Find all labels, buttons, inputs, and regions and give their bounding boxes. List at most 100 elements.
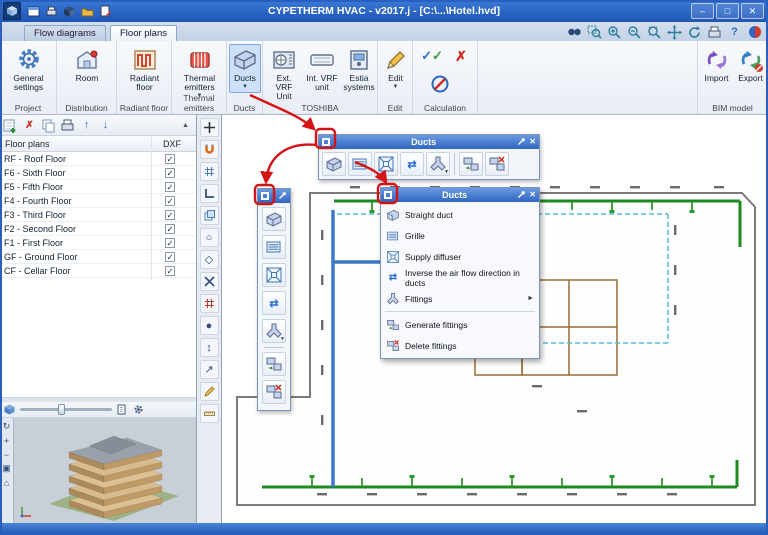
- snap-node-icon[interactable]: ◇: [200, 250, 219, 269]
- toolbar-title-bar[interactable]: Ducts ✕: [319, 135, 539, 149]
- ducts-button[interactable]: Ducts ▼: [229, 44, 261, 93]
- straight-duct-button[interactable]: [262, 207, 286, 231]
- zoom-in-icon[interactable]: +: [1, 435, 12, 446]
- inverse-airflow-button[interactable]: ⇄: [262, 291, 286, 315]
- cancel-calculation-button[interactable]: [427, 71, 453, 97]
- fittings-button[interactable]: ▼: [426, 152, 450, 176]
- delete-results-button[interactable]: ✗: [449, 45, 473, 68]
- floor-row[interactable]: F6 - Sixth Floor✓: [0, 166, 196, 180]
- grille-button[interactable]: [262, 235, 286, 259]
- delete-fittings-button[interactable]: [485, 152, 509, 176]
- menu-item-supply-diffuser[interactable]: Supply diffuser: [381, 246, 539, 267]
- add-floor-button[interactable]: [2, 117, 19, 134]
- generate-fittings-button[interactable]: [459, 152, 483, 176]
- general-settings-button[interactable]: General settings: [3, 44, 54, 95]
- magnet-icon[interactable]: [200, 140, 219, 159]
- layers-icon[interactable]: [200, 206, 219, 225]
- copy-floor-button[interactable]: [40, 117, 57, 134]
- toolbar-title-bar[interactable]: [258, 189, 290, 203]
- measure-icon[interactable]: [200, 404, 219, 423]
- pointer-cross-icon[interactable]: [200, 118, 219, 137]
- estia-systems-button[interactable]: Estia systems: [342, 44, 376, 95]
- tab-flow-diagrams[interactable]: Flow diagrams: [24, 25, 106, 41]
- floor-row[interactable]: F2 - Second Floor✓: [0, 222, 196, 236]
- drawing-area[interactable]: Ducts ✕ ⇄ ▼: [222, 115, 768, 523]
- floor-row[interactable]: F5 - Fifth Floor✓: [0, 180, 196, 194]
- menu-title-bar[interactable]: Ducts ✕: [381, 188, 539, 202]
- update-results-button[interactable]: ✓✓: [419, 45, 445, 67]
- grid-icon[interactable]: [200, 162, 219, 181]
- menu-item-grille[interactable]: Grille: [381, 225, 539, 246]
- edit-button[interactable]: Edit ▼: [380, 44, 411, 93]
- dxf-checkbox[interactable]: ✓: [165, 196, 175, 206]
- about-icon[interactable]: [746, 24, 763, 40]
- radiant-floor-button[interactable]: Radiant floor: [120, 44, 169, 95]
- dxf-checkbox[interactable]: ✓: [165, 168, 175, 178]
- edit-document-icon[interactable]: [98, 4, 113, 19]
- grille-button[interactable]: [348, 152, 372, 176]
- drag-grip-icon[interactable]: [261, 192, 269, 200]
- close-icon[interactable]: ✕: [529, 137, 536, 147]
- minimize-button[interactable]: –: [691, 3, 714, 19]
- zoom-out-icon[interactable]: −: [1, 449, 12, 460]
- model-cube-icon[interactable]: [62, 4, 77, 19]
- drag-grip-icon[interactable]: [322, 138, 330, 146]
- search-icon[interactable]: [566, 24, 583, 40]
- floor-row[interactable]: F1 - First Floor✓: [0, 236, 196, 250]
- pan-icon[interactable]: [666, 24, 683, 40]
- zoom-extents-icon[interactable]: [646, 24, 663, 40]
- pin-icon[interactable]: [278, 187, 287, 205]
- direction-icon[interactable]: ↗: [200, 360, 219, 379]
- room-button[interactable]: Room: [67, 44, 107, 86]
- maximize-button[interactable]: □: [716, 3, 739, 19]
- move-vertical-icon[interactable]: ↕: [200, 338, 219, 357]
- floor-row[interactable]: RF - Roof Floor✓: [0, 152, 196, 166]
- menu-item-generate-fittings[interactable]: Generate fittings: [381, 314, 539, 335]
- fittings-button[interactable]: ▼: [262, 319, 286, 343]
- ducts-menu[interactable]: Ducts ✕ Straight duct Grille Supply diff…: [380, 187, 540, 359]
- int-vrf-unit-button[interactable]: Int. VRF unit: [304, 44, 340, 95]
- preview-settings-icon[interactable]: [133, 404, 144, 415]
- dxf-checkbox[interactable]: ✓: [165, 210, 175, 220]
- drag-grip-icon[interactable]: [384, 191, 392, 199]
- zoom-slider[interactable]: [20, 408, 112, 411]
- pin-icon[interactable]: [517, 133, 526, 151]
- zoom-window-icon[interactable]: [586, 24, 603, 40]
- home-view-icon[interactable]: ⌂: [1, 477, 12, 488]
- ducts-floating-toolbar[interactable]: Ducts ✕ ⇄ ▼: [318, 134, 540, 180]
- straight-duct-button[interactable]: [322, 152, 346, 176]
- delete-fittings-button[interactable]: [262, 380, 286, 404]
- ortho-icon[interactable]: [200, 184, 219, 203]
- view-3d-icon[interactable]: [4, 404, 15, 415]
- app-icon[interactable]: [3, 2, 21, 20]
- print-icon[interactable]: [44, 4, 59, 19]
- fit-view-icon[interactable]: ▣: [1, 463, 12, 474]
- dxf-checkbox[interactable]: ✓: [165, 224, 175, 234]
- snap-nearest-icon[interactable]: ●: [200, 316, 219, 335]
- ducts-floating-toolbar-vertical[interactable]: ⇄ ▼: [257, 188, 291, 411]
- ext-vrf-unit-button[interactable]: Ext. VRF Unit: [266, 44, 302, 104]
- dxf-checkbox[interactable]: ✓: [165, 154, 175, 164]
- floor-row[interactable]: F3 - Third Floor✓: [0, 208, 196, 222]
- preview-pages-icon[interactable]: [117, 404, 128, 415]
- building-3d-preview[interactable]: [14, 418, 196, 522]
- help-icon[interactable]: ?: [726, 24, 743, 40]
- floor-row[interactable]: GF - Ground Floor✓: [0, 250, 196, 264]
- open-folder-icon[interactable]: [80, 4, 95, 19]
- generate-fittings-button[interactable]: [262, 352, 286, 376]
- supply-diffuser-button[interactable]: [262, 263, 286, 287]
- snap-intersection-icon[interactable]: [200, 272, 219, 291]
- menu-item-inverse-airflow[interactable]: ⇄ Inverse the air flow direction in duct…: [381, 267, 539, 288]
- dxf-checkbox[interactable]: ✓: [165, 182, 175, 192]
- reference-grid-icon[interactable]: [200, 294, 219, 313]
- menu-item-fittings[interactable]: Fittings ►: [381, 288, 539, 309]
- snap-center-icon[interactable]: ○: [200, 228, 219, 247]
- export-button[interactable]: Export: [734, 44, 767, 86]
- zoom-in-icon[interactable]: [606, 24, 623, 40]
- zoom-out-icon[interactable]: [626, 24, 643, 40]
- inverse-airflow-button[interactable]: ⇄: [400, 152, 424, 176]
- dxf-checkbox[interactable]: ✓: [165, 252, 175, 262]
- move-down-button[interactable]: ↓: [97, 117, 114, 134]
- floor-row[interactable]: CF - Cellar Floor✓: [0, 264, 196, 278]
- dxf-checkbox[interactable]: ✓: [165, 266, 175, 276]
